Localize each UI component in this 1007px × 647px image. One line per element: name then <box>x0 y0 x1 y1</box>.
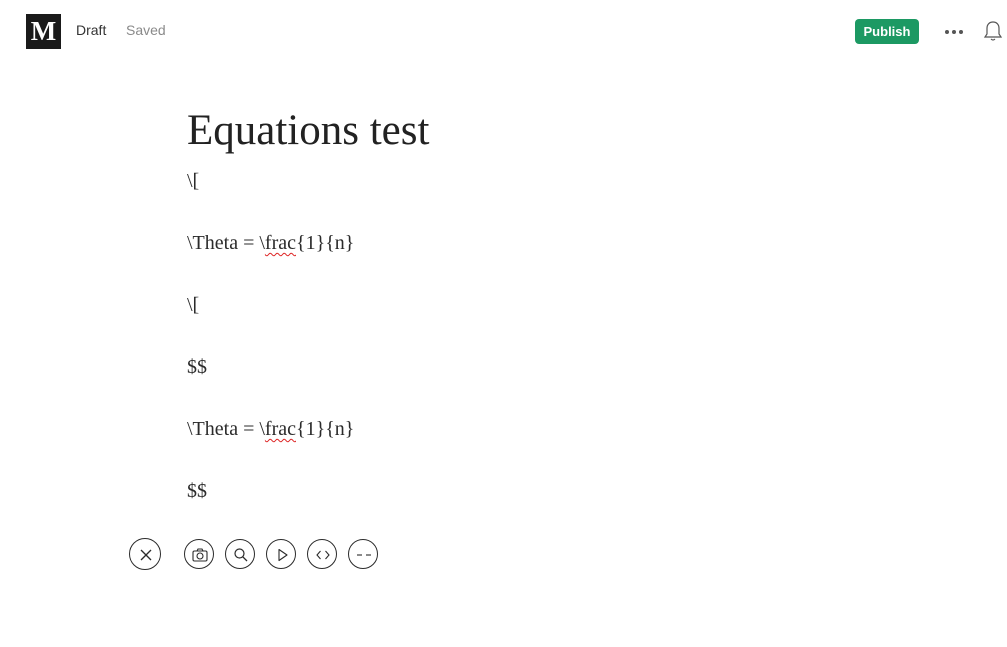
play-icon <box>278 548 288 562</box>
paragraph-text: {1}{n} <box>296 232 355 254</box>
top-bar: M Draft Saved Publish <box>0 0 1007 64</box>
saved-status-label: Saved <box>126 22 166 38</box>
paragraph-text: {1}{n} <box>296 418 355 440</box>
add-image-button[interactable] <box>184 539 214 569</box>
notifications-button[interactable] <box>982 19 1004 43</box>
medium-logo[interactable]: M <box>26 14 61 49</box>
paragraph-text: $$ <box>187 356 207 378</box>
paragraph[interactable]: $$ <box>187 480 207 503</box>
camera-icon <box>192 548 208 562</box>
more-options-button[interactable] <box>942 20 966 44</box>
paragraph-text: \Theta = \ <box>187 232 265 254</box>
paragraph[interactable]: \Theta = \frac{1}{n} <box>187 232 354 255</box>
publish-button[interactable]: Publish <box>855 19 919 44</box>
misspelled-word[interactable]: frac <box>265 232 296 254</box>
dashes-icon <box>357 554 371 556</box>
paragraph-text: \[ <box>187 170 200 192</box>
search-icon <box>234 548 248 562</box>
add-embed-button[interactable] <box>307 539 337 569</box>
more-horizontal-icon <box>945 30 963 34</box>
code-icon <box>316 550 330 560</box>
post-title[interactable]: Equations test <box>187 106 429 155</box>
misspelled-word[interactable]: frac <box>265 418 296 440</box>
search-unsplash-button[interactable] <box>225 539 255 569</box>
paragraph-text: $$ <box>187 480 207 502</box>
paragraph[interactable]: \[ <box>187 170 199 193</box>
close-insert-menu-button[interactable] <box>129 538 161 570</box>
add-video-button[interactable] <box>266 539 296 569</box>
paragraph[interactable]: $$ <box>187 356 207 379</box>
paragraph-text: \[ <box>187 294 200 316</box>
close-icon <box>140 549 152 561</box>
paragraph-text: \Theta = \ <box>187 418 265 440</box>
paragraph[interactable]: \[ <box>187 294 199 317</box>
paragraph[interactable]: \Theta = \frac{1}{n} <box>187 418 354 441</box>
draft-status-label: Draft <box>76 22 107 38</box>
add-section-break-button[interactable] <box>348 539 378 569</box>
bell-icon <box>983 21 1003 41</box>
